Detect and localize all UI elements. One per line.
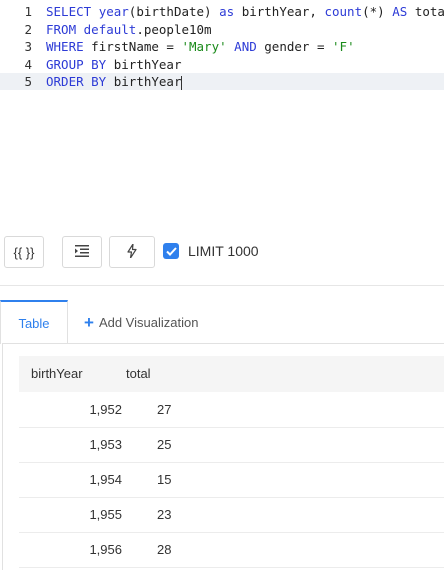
- line-number: 2: [24, 21, 32, 37]
- code-token: AS: [392, 4, 408, 19]
- code-token: (birthDate): [128, 4, 220, 19]
- results-panel: birthYear total 1,952 27 1,953 25 1,954 15 1,9…: [2, 343, 444, 570]
- lightning-icon: [127, 242, 137, 261]
- code-token: GROUP BY: [46, 56, 107, 72]
- cell-total: 25: [157, 437, 172, 452]
- divider: [0, 285, 444, 286]
- sql-editor[interactable]: 1 SELECT year(birthDate) as birthYear, co…: [0, 0, 444, 227]
- code-token: birthYear: [106, 74, 182, 89]
- checkmark-icon: [165, 246, 177, 256]
- cell-total: 28: [157, 542, 172, 557]
- line-number: 4: [24, 56, 32, 72]
- text-cursor: [181, 75, 183, 90]
- code-line[interactable]: 4 GROUP BY birthYear: [0, 56, 444, 73]
- code-token: .people10m: [136, 21, 212, 37]
- tab-table-label: Table: [18, 315, 50, 331]
- line-number: 1: [24, 4, 32, 19]
- limit-checkbox[interactable]: [163, 243, 179, 259]
- cell-birthyear: 1,955: [89, 507, 122, 522]
- cell-birthyear: 1,952: [89, 402, 122, 417]
- table-row: 1,953 25: [19, 427, 444, 463]
- code-token: AND: [234, 39, 257, 54]
- indent-icon: [75, 244, 89, 260]
- code-token: count: [324, 4, 363, 19]
- code-token: total: [414, 4, 444, 19]
- autocomplete-button[interactable]: [109, 236, 155, 268]
- column-header-total[interactable]: total: [126, 356, 151, 392]
- query-toolbar: {{ }} LIMIT 1000: [0, 226, 444, 284]
- add-visualization-button[interactable]: + Add Visualization: [84, 300, 198, 344]
- code-token: as: [219, 4, 235, 19]
- code-token: default: [83, 21, 137, 37]
- add-visualization-label: Add Visualization: [98, 314, 199, 330]
- line-number: 3: [24, 39, 32, 54]
- code-line[interactable]: 2 FROM default.people10m: [0, 21, 444, 38]
- cell-total: 23: [157, 507, 172, 522]
- table-row: 1,955 23: [19, 497, 444, 533]
- cell-birthyear: 1,954: [89, 472, 122, 487]
- line-number: 5: [24, 74, 32, 89]
- code-token: 'F': [332, 39, 355, 54]
- code-token: WHERE: [46, 39, 84, 54]
- code-token: (*): [362, 4, 393, 19]
- code-token: year: [98, 4, 129, 19]
- cell-total: 27: [157, 402, 172, 417]
- code-token: birthYear: [106, 56, 182, 72]
- code-token: SELECT: [46, 4, 92, 19]
- cell-birthyear: 1,953: [89, 437, 122, 452]
- tab-table[interactable]: Table: [0, 300, 68, 344]
- format-query-button[interactable]: [62, 236, 102, 268]
- limit-label: LIMIT 1000: [188, 243, 259, 259]
- parameters-label: {{ }}: [13, 244, 35, 260]
- parameters-button[interactable]: {{ }}: [4, 236, 44, 268]
- plus-icon: +: [84, 312, 94, 332]
- code-token: 'Mary': [181, 39, 227, 54]
- limit-checkbox-group[interactable]: LIMIT 1000: [163, 243, 259, 259]
- table-row: 1,956 28: [19, 532, 444, 568]
- code-token: ORDER BY: [46, 74, 107, 89]
- column-header-birthyear[interactable]: birthYear: [31, 356, 83, 392]
- table-header: birthYear total: [19, 356, 444, 392]
- table-row: 1,952 27: [19, 392, 444, 428]
- code-line[interactable]: 5 ORDER BY birthYear: [0, 73, 444, 90]
- table-row: 1,954 15: [19, 462, 444, 498]
- result-tabs: Table + Add Visualization: [0, 300, 444, 344]
- code-token: firstName =: [83, 39, 182, 54]
- code-line[interactable]: 1 SELECT year(birthDate) as birthYear, co…: [0, 3, 444, 20]
- cell-total: 15: [157, 472, 172, 487]
- cell-birthyear: 1,956: [89, 542, 122, 557]
- code-token: birthYear,: [234, 4, 325, 19]
- code-token: FROM: [46, 21, 77, 37]
- code-token: gender =: [256, 39, 333, 54]
- code-line[interactable]: 3 WHERE firstName = 'Mary' AND gender = '…: [0, 38, 444, 55]
